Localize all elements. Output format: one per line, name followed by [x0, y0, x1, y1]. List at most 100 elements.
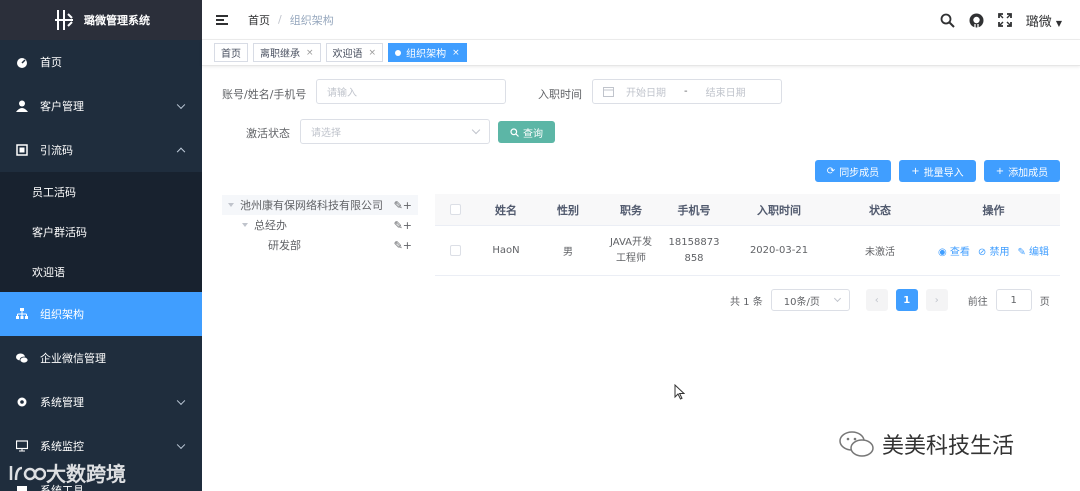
sidebar-item-staff-code[interactable]: 员工活码 — [0, 172, 202, 212]
chevron-left-icon: ‹ — [874, 294, 879, 306]
tab-org[interactable]: 组织架构 × — [388, 43, 467, 62]
plus-icon: + — [911, 165, 920, 177]
status-select[interactable]: 请选择 — [300, 119, 490, 144]
close-icon[interactable]: × — [369, 48, 377, 58]
edit-add-icon[interactable]: ✎+ — [394, 199, 412, 212]
status-label: 激活状态 — [246, 127, 290, 140]
col-phone: 手机号 — [677, 203, 711, 217]
user-menu[interactable]: 璐微 ▼ — [1026, 11, 1062, 30]
account-input[interactable]: 请输入 — [316, 79, 506, 104]
edit-add-icon[interactable]: ✎+ — [394, 219, 412, 232]
batch-import-button[interactable]: + 批量导入 — [899, 160, 976, 182]
import-label: 批量导入 — [923, 167, 964, 179]
close-icon[interactable]: × — [452, 48, 460, 58]
watermark-text: 大数跨境 — [46, 462, 126, 486]
join-date-range[interactable]: 开始日期 - 结束日期 — [592, 79, 782, 104]
sidebar-item-label: 员工活码 — [32, 186, 76, 199]
chevron-right-icon: › — [934, 294, 939, 306]
page-1-button[interactable]: 1 — [895, 289, 918, 311]
range-separator: - — [684, 86, 688, 97]
col-join-date: 入职时间 — [757, 203, 801, 217]
breadcrumb-home[interactable]: 首页 — [248, 12, 270, 28]
sidebar-item-label: 组织架构 — [40, 308, 84, 321]
sidebar-item-label: 客户群活码 — [32, 226, 87, 239]
github-icon[interactable] — [969, 13, 984, 28]
disable-label: 禁用 — [989, 247, 1010, 258]
cell-job: JAVA开发 工程师 — [599, 235, 663, 267]
sidebar-item-welcome[interactable]: 欢迎语 — [0, 252, 202, 292]
add-label: 添加成员 — [1008, 167, 1049, 179]
status-placeholder: 请选择 — [311, 128, 341, 139]
prev-page-button[interactable]: ‹ — [865, 289, 888, 311]
eye-icon: ◉ — [937, 247, 947, 258]
view-label: 查看 — [949, 247, 970, 258]
cell-job-line1: JAVA开发 — [609, 236, 653, 248]
edit-link[interactable]: ✎ 编辑 — [1017, 243, 1049, 258]
next-page-button[interactable]: › — [925, 289, 948, 311]
start-date-placeholder: 开始日期 — [626, 88, 666, 99]
tree-node-label: 总经办 — [254, 219, 287, 232]
row-checkbox[interactable] — [449, 245, 461, 256]
tab-label: 欢迎语 — [332, 49, 363, 60]
fullscreen-icon[interactable] — [997, 13, 1012, 27]
sidebar-item-label: 首页 — [40, 56, 62, 69]
hamburger-icon[interactable] — [216, 14, 228, 25]
tree-node-company[interactable]: 池州康有保网络科技有限公司 ✎+ — [222, 195, 418, 215]
close-icon[interactable]: × — [306, 48, 314, 58]
table-row: HaoN 男 JAVA开发 工程师 18158873 858 2020-03-2… — [435, 226, 1060, 276]
cell-actions: ◉ 查看 ⊘ 禁用 ✎ 编辑 — [927, 243, 1060, 258]
chevron-down-icon — [176, 440, 186, 450]
col-name: 姓名 — [495, 203, 517, 217]
chevron-up-icon — [176, 147, 186, 157]
col-gender: 性别 — [557, 203, 579, 217]
end-date-placeholder: 结束日期 — [705, 88, 746, 99]
select-all-cell — [435, 204, 475, 215]
tree-node-gm-office[interactable]: 总经办 ✎+ — [222, 215, 418, 235]
caret-down-icon: ▼ — [1055, 18, 1062, 28]
sidebar-item-lead-code[interactable]: 引流码 — [0, 128, 202, 172]
active-dot-icon — [395, 49, 402, 56]
sidebar-item-group-code[interactable]: 客户群活码 — [0, 212, 202, 252]
sidebar-item-label: 企业微信管理 — [40, 352, 106, 365]
pager-total: 共 1 条 — [730, 296, 763, 308]
tab-welcome[interactable]: 欢迎语 × — [325, 43, 384, 62]
tree-icon — [16, 308, 28, 319]
sidebar-item-wecom[interactable]: 企业微信管理 — [0, 336, 202, 380]
page-size-select[interactable]: 10条/页 — [770, 289, 850, 311]
watermark-left: 大数跨境 — [8, 458, 126, 487]
edit-add-icon[interactable]: ✎+ — [394, 239, 412, 252]
caret-down-icon — [242, 223, 248, 227]
search-button-label: 查询 — [523, 128, 543, 140]
tree-node-rnd[interactable]: 研发部 ✎+ — [222, 235, 418, 255]
join-time-label: 入职时间 — [538, 88, 582, 101]
wechat-icon — [839, 431, 874, 457]
sync-members-button[interactable]: ⟳ 同步成员 — [815, 160, 891, 182]
gear-icon — [17, 397, 27, 407]
chevron-down-icon — [176, 100, 186, 110]
select-all-checkbox[interactable] — [449, 204, 461, 215]
search-button[interactable]: 查询 — [498, 121, 555, 143]
tree-node-label: 池州康有保网络科技有限公司 — [240, 199, 383, 212]
tab-label: 首页 — [221, 49, 241, 60]
row-select-cell — [435, 245, 475, 256]
sidebar-item-system[interactable]: 系统管理 — [0, 380, 202, 424]
search-icon[interactable] — [940, 13, 955, 28]
pagination: 共 1 条 10条/页 ‹ 1 › 前往 1 页 — [700, 289, 1050, 311]
breadcrumb: 首页 / 组织架构 — [248, 12, 334, 28]
sidebar-item-customers[interactable]: 客户管理 — [0, 84, 202, 128]
disable-link[interactable]: ⊘ 禁用 — [978, 243, 1010, 258]
sidebar-item-home[interactable]: 首页 — [0, 40, 202, 84]
view-link[interactable]: ◉ 查看 — [938, 243, 970, 258]
tab-resign-inherit[interactable]: 离职继承 × — [253, 43, 321, 62]
cell-join-date: 2020-03-21 — [749, 245, 809, 256]
sidebar-item-org[interactable]: 组织架构 — [0, 292, 202, 336]
watermark-right-text: 美美科技生活 — [882, 434, 1015, 459]
page-size-value: 10条/页 — [783, 296, 820, 308]
tab-home[interactable]: 首页 — [214, 43, 248, 62]
cell-gender: 男 — [563, 247, 573, 258]
goto-page-input[interactable]: 1 — [995, 289, 1032, 311]
tab-label: 组织架构 — [406, 49, 447, 60]
col-job: 职务 — [620, 203, 642, 217]
add-member-button[interactable]: + 添加成员 — [984, 160, 1060, 182]
cell-name: HaoN — [492, 245, 520, 256]
